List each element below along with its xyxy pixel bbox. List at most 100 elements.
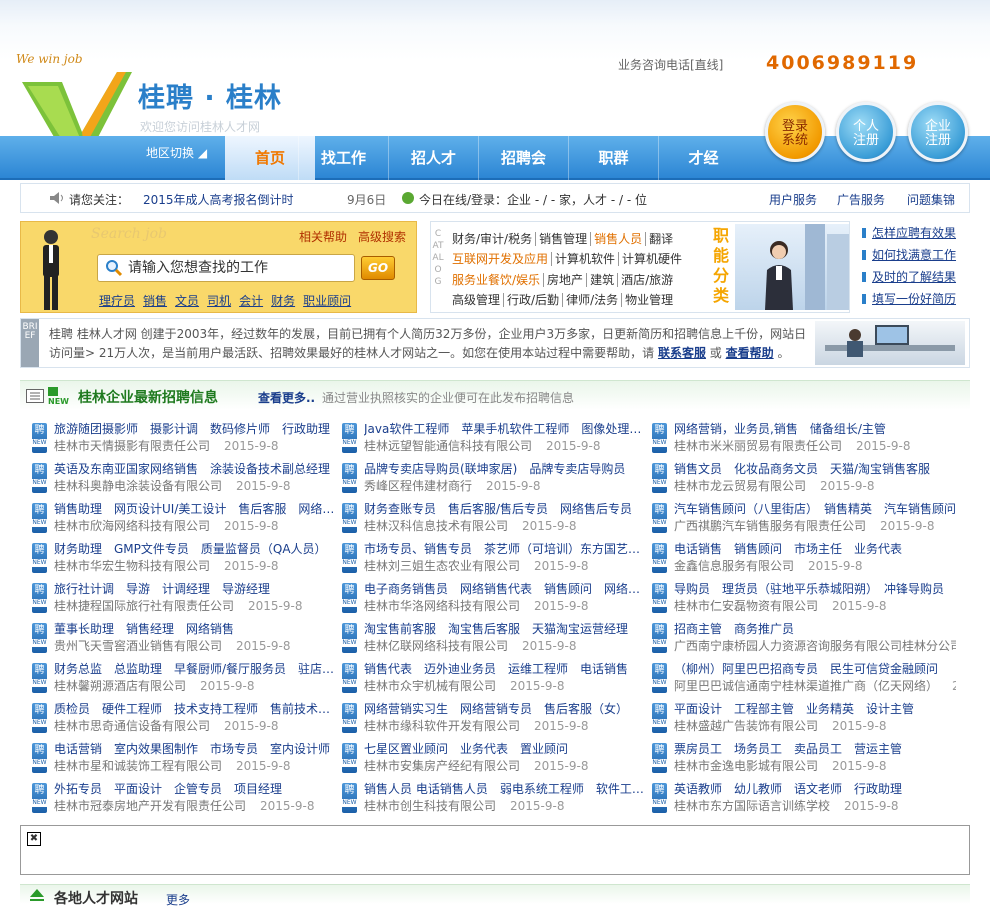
guide-item[interactable]: 如何找满意工作 bbox=[860, 246, 970, 268]
job-listing[interactable]: 聘 NEW 电子商务销售员 网络销售代表 销售顾问 网络推广 桂林市华洛网络科技有限公… bbox=[342, 580, 646, 620]
job-listing[interactable]: 聘 NEW 招商主管 商务推广员广西南宁康桥园人力资源咨询服务有限公司桂林分公司20… bbox=[652, 620, 956, 660]
job-title-link[interactable]: 电子商务销售员 网络销售代表 销售顾问 网络推广 bbox=[364, 580, 646, 597]
job-listing[interactable]: 聘 NEW 财务总监 总监助理 早餐厨师/餐厅服务员 驻店经理 桂林馨朔源酒店有限公司… bbox=[32, 660, 336, 700]
help-link[interactable]: 相关帮助 bbox=[299, 228, 347, 245]
job-listing[interactable]: 聘 NEW 市场专员、销售专员 茶艺师（可培训）东方国艺茶馆 桂林刘三姐生态农业有限公… bbox=[342, 540, 646, 580]
category-link[interactable]: 财务/审计/税务 bbox=[449, 232, 537, 246]
job-company[interactable]: 桂林市星和诚装饰工程有限公司 2015-9-8 bbox=[54, 757, 336, 774]
category-link[interactable]: 互联网开发及应用 bbox=[449, 252, 553, 266]
job-company[interactable]: 桂林市龙云贸易有限公司 2015-9-8 bbox=[674, 477, 956, 494]
category-link[interactable]: 建筑 bbox=[587, 273, 619, 287]
guide-link[interactable]: 及时的了解结果 bbox=[872, 270, 956, 284]
quick-key[interactable]: 文员 bbox=[175, 294, 199, 308]
job-listing[interactable]: 聘 NEW 品牌专卖店导购员(联坤家居) 品牌专卖店导购员 秀峰区程伟建材商行 2015… bbox=[342, 460, 642, 500]
category-link[interactable]: 服务业餐饮/娱乐 bbox=[449, 273, 545, 287]
job-title-link[interactable]: 票房员工 场务员工 卖品员工 营运主管 bbox=[674, 740, 956, 757]
quick-key[interactable]: 司机 bbox=[207, 294, 231, 308]
job-company[interactable]: 桂林市缘科软件开发有限公司 2015-9-8 bbox=[364, 717, 646, 734]
nav-job-fair[interactable]: 招聘会 bbox=[478, 136, 568, 180]
category-link[interactable]: 高级管理 bbox=[449, 293, 505, 307]
job-title-link[interactable]: 旅行社计调 导游 计调经理 导游经理 bbox=[54, 580, 336, 597]
jobs-more-link[interactable]: 查看更多.. bbox=[258, 389, 315, 406]
job-title-link[interactable]: 导购员 理货员（驻地平乐恭城阳朔） 冲锋导购员 bbox=[674, 580, 956, 597]
job-title-link[interactable]: 英语教师 幼儿教师 语文老师 行政助理 bbox=[674, 780, 956, 797]
logo-text[interactable]: 桂聘 · 桂林 bbox=[138, 76, 282, 115]
job-listing[interactable]: 聘 NEW 财务查账专员 售后客服/售后专员 网络售后专员 桂林汉科信息技术有限公司 2… bbox=[342, 500, 642, 540]
category-link[interactable]: 律师/法务 bbox=[563, 293, 623, 307]
job-company[interactable]: 桂林盛越广告装饰有限公司 2015-9-8 bbox=[674, 717, 956, 734]
job-listing[interactable]: 聘 NEW 网络营销，业务员,销售 储备组长/主管 桂林市米米丽贸易有限责任公司 201… bbox=[652, 420, 952, 460]
job-company[interactable]: 桂林市华洛网络科技有限公司 2015-9-8 bbox=[364, 597, 646, 614]
quick-key[interactable]: 职业顾问 bbox=[303, 294, 351, 308]
job-listing[interactable]: 聘 NEW 旅行社计调 导游 计调经理 导游经理 桂林捷程国际旅行社有限责任公司 201… bbox=[32, 580, 332, 620]
company-name[interactable]: 桂林盛越广告装饰有限公司 bbox=[674, 719, 818, 733]
job-listing[interactable]: 聘 NEW 外拓专员 平面设计 企管专员 项目经理 桂林市冠泰房地产开发有限责任公司 2… bbox=[32, 780, 332, 820]
nav-career-tips[interactable]: 才经 bbox=[658, 136, 748, 180]
job-title-link[interactable]: 七星区置业顾问 业务代表 置业顾问 bbox=[364, 740, 646, 757]
job-company[interactable]: 桂林市安集房产经纪有限公司 2015-9-8 bbox=[364, 757, 646, 774]
category-link[interactable]: 房地产 bbox=[544, 273, 588, 287]
company-name[interactable]: 桂林市星和诚装饰工程有限公司 bbox=[54, 759, 222, 773]
category-link[interactable]: 销售人员 bbox=[591, 232, 647, 246]
company-name[interactable]: 桂林市创生科技有限公司 bbox=[364, 799, 496, 813]
job-listing[interactable]: 聘 NEW 电话营销 室内效果图制作 市场专员 室内设计师 桂林市星和诚装饰工程有限公… bbox=[32, 740, 332, 780]
job-company[interactable]: 广西祺鹏汽车销售服务有限责任公司 2015-9-8 bbox=[674, 517, 956, 534]
quick-key[interactable]: 财务 bbox=[271, 294, 295, 308]
region-switch-link[interactable]: 地区切换 ◢ bbox=[146, 144, 207, 161]
job-company[interactable]: 桂林馨朔源酒店有限公司 2015-9-8 bbox=[54, 677, 336, 694]
go-button[interactable]: GO bbox=[361, 256, 395, 280]
company-name[interactable]: 广西南宁康桥园人力资源咨询服务有限公司桂林分公司 bbox=[674, 639, 956, 653]
job-title-link[interactable]: 质检员 硬件工程师 技术支持工程师 售前技术支持 bbox=[54, 700, 336, 717]
company-name[interactable]: 桂林市华洛网络科技有限公司 bbox=[364, 599, 520, 613]
company-name[interactable]: 桂林捷程国际旅行社有限责任公司 bbox=[54, 599, 234, 613]
company-name[interactable]: 桂林远望智能通信科技有限公司 bbox=[364, 439, 532, 453]
category-link[interactable]: 销售管理 bbox=[536, 232, 592, 246]
job-listing[interactable]: 聘 NEW 质检员 硬件工程师 技术支持工程师 售前技术支持 桂林市思奇通信设备有限公… bbox=[32, 700, 336, 740]
job-listing[interactable]: 聘 NEW 财务助理 GMP文件专员 质量监督员（QA人员） 桂林市华宏生物科技有限公… bbox=[32, 540, 332, 580]
job-title-link[interactable]: 淘宝售前客服 淘宝售后客服 天猫淘宝运营经理 bbox=[364, 620, 646, 637]
job-company[interactable]: 桂林市众宇机械有限公司 2015-9-8 bbox=[364, 677, 646, 694]
job-listing[interactable]: 聘 NEW 导购员 理货员（驻地平乐恭城阳朔） 冲锋导购员 桂林市仁安磊物资有限公司 2… bbox=[652, 580, 952, 620]
job-listing[interactable]: 聘 NEW 销售人员 电话销售人员 弱电系统工程师 软件工程师 桂林市创生科技有限公司… bbox=[342, 780, 646, 820]
job-title-link[interactable]: 财务助理 GMP文件专员 质量监督员（QA人员） bbox=[54, 540, 336, 557]
job-listing[interactable]: 聘 NEW 淘宝售前客服 淘宝售后客服 天猫淘宝运营经理 桂林亿联网络科技有限公司 20… bbox=[342, 620, 642, 660]
job-title-link[interactable]: 财务总监 总监助理 早餐厨师/餐厅服务员 驻店经理 bbox=[54, 660, 336, 677]
guide-item[interactable]: 填写一份好简历 bbox=[860, 290, 970, 312]
job-company[interactable]: 桂林科奥静电涂装设备有限公司 2015-9-8 bbox=[54, 477, 336, 494]
search-input[interactable]: 请输入您想查找的工作 bbox=[97, 254, 355, 282]
job-company[interactable]: 桂林市冠泰房地产开发有限责任公司 2015-9-8 bbox=[54, 797, 336, 814]
company-name[interactable]: 阿里巴巴诚信通南宁桂林渠道推广商（亿天网络） bbox=[674, 679, 938, 693]
job-title-link[interactable]: 旅游随团摄影师 摄影计调 数码修片师 行政助理 bbox=[54, 420, 336, 437]
job-title-link[interactable]: 平面设计 工程部主管 业务精英 设计主管 bbox=[674, 700, 956, 717]
job-listing[interactable]: 聘 NEW Java软件工程师 苹果手机软件工程师 图像处理工程师 桂林远望智能通信科… bbox=[342, 420, 646, 460]
job-company[interactable]: 金鑫信息服务有限公司 2015-9-8 bbox=[674, 557, 956, 574]
guide-link[interactable]: 如何找满意工作 bbox=[872, 248, 956, 262]
company-name[interactable]: 桂林市安集房产经纪有限公司 bbox=[364, 759, 520, 773]
job-listing[interactable]: 聘 NEW 票房员工 场务员工 卖品员工 营运主管 桂林市金逸电影城有限公司 2015-… bbox=[652, 740, 952, 780]
job-company[interactable]: 桂林市米米丽贸易有限责任公司 2015-9-8 bbox=[674, 437, 956, 454]
job-title-link[interactable]: 汽车销售顾问（八里街店） 销售精英 汽车销售顾问 bbox=[674, 500, 956, 517]
company-name[interactable]: 秀峰区程伟建材商行 bbox=[364, 479, 472, 493]
nav-recruit[interactable]: 招人才 bbox=[388, 136, 478, 180]
job-title-link[interactable]: 董事长助理 销售经理 网络销售 bbox=[54, 620, 336, 637]
job-listing[interactable]: 聘 NEW 销售代表 迈外迪业务员 运维工程师 电话销售 桂林市众宇机械有限公司 201… bbox=[342, 660, 642, 700]
job-title-link[interactable]: 销售助理 网页设计UI/美工设计 售后客服 网络推广 bbox=[54, 500, 336, 517]
job-company[interactable]: 秀峰区程伟建材商行 2015-9-8 bbox=[364, 477, 646, 494]
login-button[interactable]: 登录 系统 bbox=[765, 102, 825, 162]
company-name[interactable]: 桂林馨朔源酒店有限公司 bbox=[54, 679, 186, 693]
company-name[interactable]: 桂林市龙云贸易有限公司 bbox=[674, 479, 806, 493]
job-company[interactable]: 桂林远望智能通信科技有限公司 2015-9-8 bbox=[364, 437, 646, 454]
ad-service-link[interactable]: 广告服务 bbox=[837, 191, 885, 208]
job-company[interactable]: 桂林刘三姐生态农业有限公司 2015-9-8 bbox=[364, 557, 646, 574]
category-link[interactable]: 物业管理 bbox=[622, 293, 676, 307]
company-name[interactable]: 桂林汉科信息技术有限公司 bbox=[364, 519, 508, 533]
job-title-link[interactable]: 网络营销，业务员,销售 储备组长/主管 bbox=[674, 420, 956, 437]
job-listing[interactable]: 聘 NEW 销售文员 化妆品商务文员 天猫/淘宝销售客服 桂林市龙云贸易有限公司 201… bbox=[652, 460, 952, 500]
job-listing[interactable]: 聘 NEW 董事长助理 销售经理 网络销售 贵州飞天雪窖酒业销售有限公司 2015-9-… bbox=[32, 620, 332, 660]
quick-key[interactable]: 会计 bbox=[239, 294, 263, 308]
job-company[interactable]: 桂林市东方国际语言训练学校 2015-9-8 bbox=[674, 797, 956, 814]
job-listing[interactable]: 聘 NEW 英语教师 幼儿教师 语文老师 行政助理 桂林市东方国际语言训练学校 2015… bbox=[652, 780, 952, 820]
notice-link[interactable]: 2015年成人高考报名倒计时 bbox=[143, 191, 294, 208]
job-listing[interactable]: 聘 NEW 旅游随团摄影师 摄影计调 数码修片师 行政助理 桂林市天情摄影有限责任公司… bbox=[32, 420, 332, 460]
category-link[interactable]: 计算机软件 bbox=[552, 252, 620, 266]
